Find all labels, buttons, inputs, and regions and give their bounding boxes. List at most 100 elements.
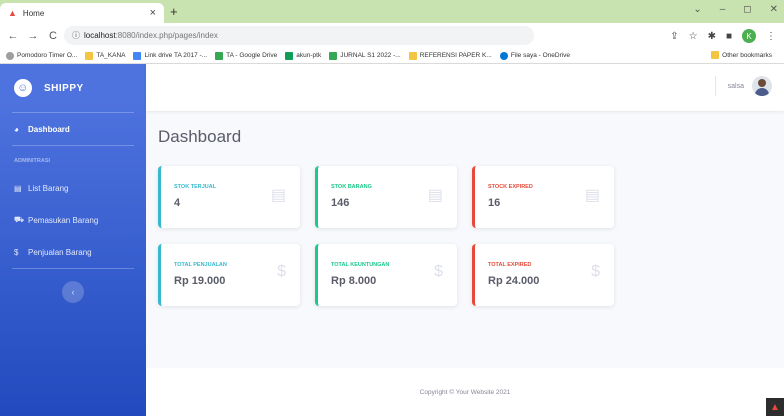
drive-icon (329, 51, 338, 60)
bookmark-item[interactable]: Pomodoro Timer O... (6, 51, 78, 60)
reload-icon[interactable]: C (46, 30, 60, 42)
clipboard-icon: ▤ (14, 183, 22, 193)
back-icon[interactable]: ← (6, 30, 20, 42)
dollar-icon: $ (277, 263, 286, 280)
close-window-icon[interactable]: ✕ (770, 4, 778, 15)
sidebar-divider (12, 268, 134, 269)
sidebar-toggle-button[interactable]: ‹ (62, 281, 84, 303)
app-corner-icon[interactable]: ▲ (766, 398, 784, 416)
other-bookmarks[interactable]: Other bookmarks (711, 51, 772, 59)
favicon-icon: ▲ (8, 8, 17, 18)
brand-name: SHIPPY (44, 82, 84, 94)
dollar-icon: $ (434, 263, 443, 280)
footer: Copyright © Your Website 2021 (146, 368, 784, 416)
bookmark-label: akun-ptk (296, 52, 322, 59)
bookmark-label: Pomodoro Timer O... (17, 52, 78, 59)
topbar: salsa (146, 64, 784, 111)
sidebar-item-dashboard[interactable]: ◕ Dashboard (0, 113, 146, 145)
card-label: TOTAL KEUNTUNGAN (331, 262, 390, 268)
card-total-expired: TOTAL EXPIRED Rp 24.000 $ (472, 244, 614, 306)
profile-avatar[interactable]: K (742, 29, 756, 43)
bookmark-icon (6, 51, 14, 60)
sidebar-item-list-barang[interactable]: ▤ List Barang (0, 172, 146, 204)
bookmark-item[interactable]: Link drive TA 2017 -... (133, 51, 208, 60)
tab-title: Home (22, 8, 45, 18)
copyright-text: Copyright © Your Website 2021 (419, 388, 511, 396)
card-value: 16 (488, 197, 501, 209)
bookmark-item[interactable]: akun-ptk (285, 51, 322, 60)
bookmark-item[interactable]: TA - Google Drive (215, 51, 278, 60)
sidebar-item-pemasukan-barang[interactable]: ⛟ Pemasukan Barang (0, 204, 146, 236)
bookmark-item[interactable]: JURNAL S1 2022 -... (329, 51, 401, 60)
card-stok-barang: STOK BARANG 146 ▤ (315, 166, 457, 228)
bookmark-star-icon[interactable]: ☆ (689, 31, 698, 42)
extensions-icon[interactable]: ✱ (708, 31, 716, 42)
folder-icon (408, 51, 417, 60)
other-bookmarks-label: Other bookmarks (722, 51, 772, 59)
bookmark-item[interactable]: File saya - OneDrive (499, 51, 570, 60)
card-stock-expired: STOCK EXPIRED 16 ▤ (472, 166, 614, 228)
bookmark-item[interactable]: REFERENSI PAPER K... (408, 51, 492, 60)
tab-close-icon[interactable]: × (150, 7, 156, 19)
card-stok-terjual: STOK TERJUAL 4 ▤ (158, 166, 300, 228)
smile-logo-icon: ☺ (14, 79, 32, 97)
site-info-icon[interactable]: ⓘ (72, 30, 80, 41)
page-title: Dashboard (158, 127, 242, 146)
browser-actions: ⇪ ☆ ✱ ■ K ⋮ (670, 29, 776, 43)
bookmark-label: REFERENSI PAPER K... (419, 52, 492, 59)
browser-tab[interactable]: ▲ Home × (0, 3, 164, 23)
card-value: Rp 19.000 (174, 275, 226, 287)
sidebar-divider (12, 145, 134, 146)
user-dropdown[interactable]: salsa (714, 76, 772, 96)
sidebar: ☺ SHIPPY ◕ Dashboard ADMINITRASI ▤ List … (0, 64, 146, 416)
browser-tab-bar: ▲ Home × + ⌄ – ◻ ✕ (0, 0, 784, 23)
truck-icon: ⛟ (14, 215, 25, 224)
url-field[interactable]: ⓘ localhost:8080/index.php/pages/index (64, 26, 534, 45)
bookmark-label: TA_KANA (96, 52, 126, 59)
minimize-icon[interactable]: – (720, 4, 726, 15)
onedrive-icon (499, 51, 508, 60)
sheets-icon (285, 51, 294, 60)
drive-icon (215, 51, 224, 60)
card-total-penjualan: TOTAL PENJUALAN Rp 19.000 $ (158, 244, 300, 306)
sidepanel-icon[interactable]: ■ (726, 31, 732, 42)
sidebar-item-label: Pemasukan Barang (28, 215, 99, 225)
bookmark-label: TA - Google Drive (226, 52, 278, 59)
brand[interactable]: ☺ SHIPPY (0, 64, 146, 112)
forward-icon[interactable]: → (26, 30, 40, 42)
card-value: Rp 8.000 (331, 275, 377, 287)
clipboard-icon: ▤ (427, 187, 443, 204)
dashboard-icon: ◕ (14, 124, 19, 134)
folder-icon (711, 51, 720, 59)
card-value: Rp 24.000 (488, 275, 540, 287)
sidebar-item-label: Penjualan Barang (28, 247, 92, 257)
address-bar: ← → C ⓘ localhost:8080/index.php/pages/i… (0, 23, 784, 48)
folder-icon (85, 51, 94, 60)
sidebar-item-penjualan-barang[interactable]: $ Penjualan Barang (0, 236, 146, 268)
card-value: 4 (174, 197, 181, 209)
bookmark-label: JURNAL S1 2022 -... (340, 52, 401, 59)
card-label: STOCK EXPIRED (488, 184, 533, 190)
card-value: 146 (331, 197, 350, 209)
dollar-icon: $ (14, 247, 19, 257)
clipboard-icon: ▤ (270, 187, 286, 204)
url-path: :8080/index.php/pages/index (115, 31, 218, 40)
bookmark-label: Link drive TA 2017 -... (144, 52, 208, 59)
url-host: localhost (84, 31, 116, 40)
docs-icon (133, 51, 142, 60)
bookmark-item[interactable]: TA_KANA (85, 51, 126, 60)
sidebar-item-label: Dashboard (28, 124, 70, 134)
sidebar-heading: ADMINITRASI (14, 158, 51, 164)
share-icon[interactable]: ⇪ (670, 31, 678, 42)
card-label: TOTAL EXPIRED (488, 262, 532, 268)
tab-search-icon[interactable]: ⌄ (693, 4, 701, 15)
dollar-icon: $ (591, 263, 600, 280)
new-tab-button[interactable]: + (170, 4, 178, 19)
maximize-icon[interactable]: ◻ (743, 4, 751, 15)
menu-icon[interactable]: ⋮ (766, 31, 776, 42)
window-controls: ⌄ – ◻ ✕ (693, 4, 778, 15)
card-label: STOK BARANG (331, 184, 372, 190)
card-total-keuntungan: TOTAL KEUNTUNGAN Rp 8.000 $ (315, 244, 457, 306)
card-label: STOK TERJUAL (174, 184, 217, 190)
user-avatar (752, 76, 772, 96)
